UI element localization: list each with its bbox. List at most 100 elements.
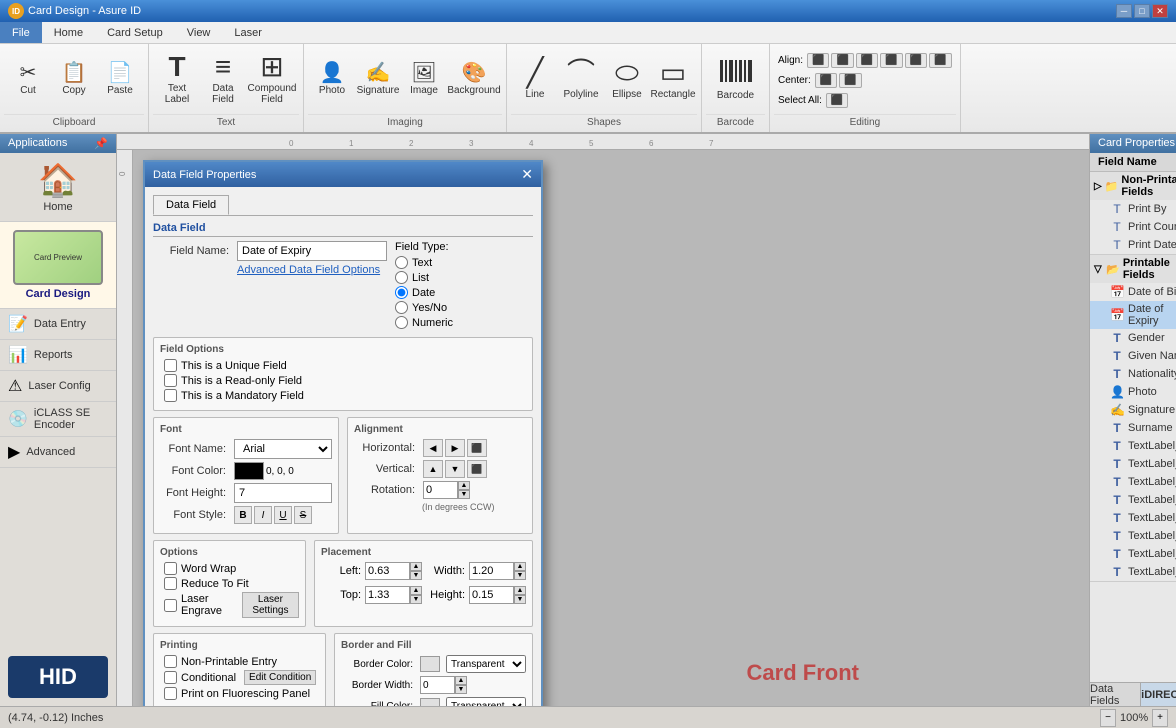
conditional-checkbox[interactable] xyxy=(164,671,177,684)
align-right-btn[interactable]: ⬛ xyxy=(856,53,878,68)
laser-engrave-checkbox[interactable] xyxy=(164,599,177,612)
fill-color-select[interactable]: Transparent xyxy=(446,697,526,706)
reduce-fit-checkbox[interactable] xyxy=(164,577,177,590)
align-center-btn[interactable]: ⬛ xyxy=(831,53,853,68)
tree-item-print-by[interactable]: T Print By xyxy=(1090,200,1176,218)
select-all-btn[interactable]: ⬛ xyxy=(826,93,848,108)
data-fields-tab[interactable]: Data Fields xyxy=(1090,683,1141,706)
left-input[interactable] xyxy=(365,562,410,580)
barcode-button[interactable]: Barcode xyxy=(708,50,763,108)
radio-numeric-input[interactable] xyxy=(395,316,408,329)
radio-text-input[interactable] xyxy=(395,256,408,269)
tree-item-photo[interactable]: 👤 Photo xyxy=(1090,383,1176,401)
radio-date-input[interactable] xyxy=(395,286,408,299)
sidebar-item-data-entry[interactable]: 📝 Data Entry xyxy=(0,309,116,340)
image-button[interactable]: 🖼 Image xyxy=(402,50,446,108)
height-input[interactable] xyxy=(469,586,514,604)
sidebar-item-laser-config[interactable]: ⚠ Laser Config xyxy=(0,371,116,402)
mandatory-field-checkbox[interactable] xyxy=(164,389,177,402)
italic-btn[interactable]: I xyxy=(254,506,272,524)
tree-item-textlabel-10[interactable]: T TextLabel_10 xyxy=(1090,437,1176,455)
align-middle-btn[interactable]: ⬛ xyxy=(905,53,927,68)
dialog-close-button[interactable]: ✕ xyxy=(521,166,533,183)
border-width-input[interactable] xyxy=(420,676,455,694)
align-middle-v-btn[interactable]: ▼ xyxy=(445,460,465,478)
width-up[interactable]: ▲ xyxy=(514,562,526,571)
menu-view[interactable]: View xyxy=(175,22,223,43)
top-input[interactable] xyxy=(365,586,410,604)
non-printable-header[interactable]: ▷ 📁 Non-Printable Fields xyxy=(1090,172,1176,200)
sidebar-item-reports[interactable]: 📊 Reports xyxy=(0,340,116,371)
sidebar-item-iclass[interactable]: 💿 iCLASS SE Encoder xyxy=(0,402,116,437)
non-printable-checkbox[interactable] xyxy=(164,655,177,668)
align-right-h-btn[interactable]: ⬛ xyxy=(467,439,487,457)
tree-item-textlabel-8[interactable]: T TextLabel_8 xyxy=(1090,545,1176,563)
border-color-select[interactable]: Transparent xyxy=(446,655,526,673)
tree-item-signature[interactable]: ✍ Signature xyxy=(1090,401,1176,419)
radio-yesno-input[interactable] xyxy=(395,301,408,314)
tree-item-textlabel-9[interactable]: T TextLabel_9 xyxy=(1090,563,1176,581)
idirector-tab[interactable]: iDIRECTOR xyxy=(1141,683,1176,706)
tree-item-textlabel-6[interactable]: T TextLabel_6 xyxy=(1090,509,1176,527)
field-name-input[interactable] xyxy=(237,241,387,261)
laser-settings-button[interactable]: Laser Settings xyxy=(242,592,299,618)
bold-btn[interactable]: B xyxy=(234,506,252,524)
menu-file[interactable]: File xyxy=(0,22,42,43)
sidebar-pin-icon[interactable]: 📌 xyxy=(94,137,108,150)
unique-field-checkbox[interactable] xyxy=(164,359,177,372)
canvas-area[interactable]: National Identity Card ✿ HID xyxy=(133,150,1089,706)
border-color-swatch[interactable] xyxy=(420,656,440,672)
top-down[interactable]: ▼ xyxy=(410,595,422,604)
center-v-btn[interactable]: ⬛ xyxy=(839,73,861,88)
align-top-btn[interactable]: ⬛ xyxy=(880,53,902,68)
tree-item-print-date[interactable]: T Print Date xyxy=(1090,236,1176,254)
align-center-h-btn[interactable]: ▶ xyxy=(445,439,465,457)
tree-item-nationality[interactable]: T Nationality xyxy=(1090,365,1176,383)
rotation-input[interactable] xyxy=(423,481,458,499)
readonly-field-checkbox[interactable] xyxy=(164,374,177,387)
rectangle-button[interactable]: ▭ Rectangle xyxy=(651,50,695,108)
top-up[interactable]: ▲ xyxy=(410,586,422,595)
edit-condition-button[interactable]: Edit Condition xyxy=(244,670,316,685)
sidebar-item-card-design[interactable]: Card Preview Card Design xyxy=(0,222,116,309)
sidebar-item-home[interactable]: 🏠 Home xyxy=(0,153,116,222)
tree-item-gender[interactable]: T Gender xyxy=(1090,329,1176,347)
advanced-options-link[interactable]: Advanced Data Field Options xyxy=(237,264,387,276)
tree-item-expiry[interactable]: 📅 Date of Expiry xyxy=(1090,301,1176,329)
fluorescing-checkbox[interactable] xyxy=(164,687,177,700)
rotation-down-arrow[interactable]: ▼ xyxy=(458,490,470,499)
background-button[interactable]: 🎨 Background xyxy=(448,50,500,108)
tab-data-field[interactable]: Data Field xyxy=(153,195,229,215)
tree-item-given-name[interactable]: T Given Name xyxy=(1090,347,1176,365)
tree-item-surname[interactable]: T Surname xyxy=(1090,419,1176,437)
left-up[interactable]: ▲ xyxy=(410,562,422,571)
signature-button[interactable]: ✍ Signature xyxy=(356,50,400,108)
radio-list-input[interactable] xyxy=(395,271,408,284)
menu-laser[interactable]: Laser xyxy=(222,22,274,43)
align-bottom-btn[interactable]: ⬛ xyxy=(929,53,951,68)
ellipse-button[interactable]: ⬭ Ellipse xyxy=(605,50,649,108)
center-h-btn[interactable]: ⬛ xyxy=(815,73,837,88)
tree-item-textlabel-7[interactable]: T TextLabel_7 xyxy=(1090,527,1176,545)
text-label-button[interactable]: T Text Label xyxy=(155,50,199,108)
sidebar-item-advanced[interactable]: ▶ Advanced xyxy=(0,437,116,468)
underline-btn[interactable]: U xyxy=(274,506,292,524)
align-bottom-v-btn[interactable]: ⬛ xyxy=(467,460,487,478)
cut-button[interactable]: ✂ Cut xyxy=(6,50,50,108)
bw-down[interactable]: ▼ xyxy=(455,685,467,694)
photo-button[interactable]: 👤 Photo xyxy=(310,50,354,108)
width-input[interactable] xyxy=(469,562,514,580)
font-size-input[interactable] xyxy=(234,483,332,503)
tree-item-textlabel-11[interactable]: T TextLabel_11 xyxy=(1090,455,1176,473)
maximize-btn[interactable]: □ xyxy=(1134,4,1150,18)
tree-item-dob[interactable]: 📅 Date of Birth xyxy=(1090,283,1176,301)
left-down[interactable]: ▼ xyxy=(410,571,422,580)
align-left-h-btn[interactable]: ◀ xyxy=(423,439,443,457)
line-button[interactable]: ╱ Line xyxy=(513,50,557,108)
fill-color-swatch[interactable] xyxy=(420,698,440,706)
zoom-out-button[interactable]: − xyxy=(1100,709,1116,727)
menu-card-setup[interactable]: Card Setup xyxy=(95,22,175,43)
word-wrap-checkbox[interactable] xyxy=(164,562,177,575)
width-down[interactable]: ▼ xyxy=(514,571,526,580)
rotation-up-arrow[interactable]: ▲ xyxy=(458,481,470,490)
